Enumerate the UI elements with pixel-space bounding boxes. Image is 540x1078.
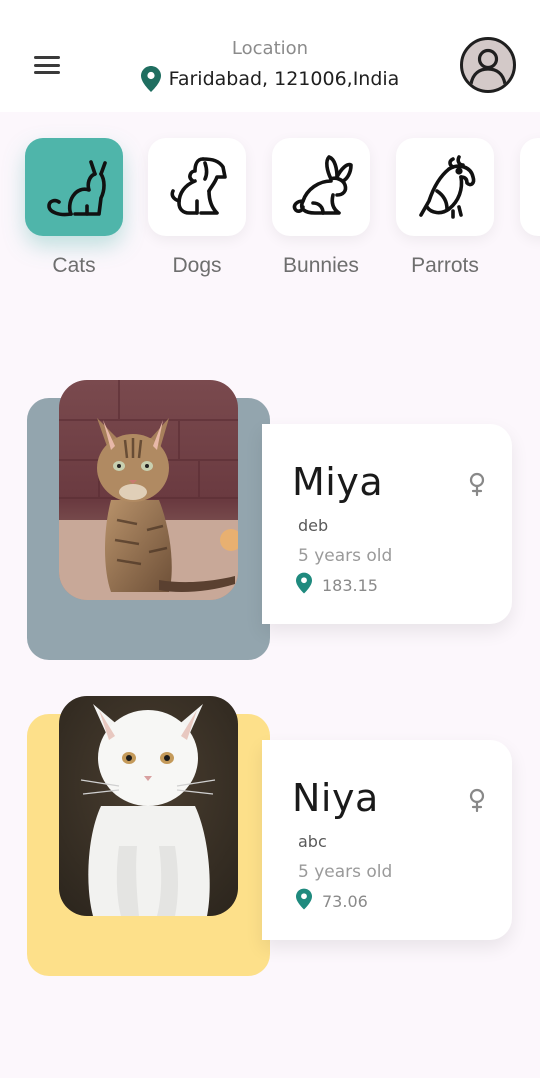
cat-icon bbox=[47, 160, 107, 217]
pet-distance-value: 73.06 bbox=[322, 891, 368, 911]
pet-distance: 183.15 bbox=[296, 572, 378, 598]
category-label: Bunnies bbox=[283, 254, 359, 277]
category-bunnies[interactable]: Bunnies bbox=[272, 138, 370, 278]
category-tile bbox=[272, 138, 370, 236]
category-dogs[interactable]: Dogs bbox=[148, 138, 246, 278]
map-pin-icon bbox=[296, 572, 312, 598]
user-avatar-icon[interactable] bbox=[460, 37, 516, 93]
category-tile bbox=[148, 138, 246, 236]
dog-icon bbox=[170, 157, 227, 215]
pet-breed: abc bbox=[298, 832, 327, 851]
parrot-icon bbox=[419, 155, 476, 219]
pet-photo bbox=[59, 696, 238, 916]
pet-info-panel: Miya deb 5 years old 183.15 bbox=[262, 424, 512, 624]
category-tile bbox=[25, 138, 123, 236]
category-label: Dogs bbox=[172, 254, 222, 277]
app-root: Location Faridabad, 121006,India Cats Do… bbox=[0, 0, 540, 1078]
pet-breed: deb bbox=[298, 516, 329, 535]
category-label: Parrots bbox=[411, 254, 479, 277]
pet-name: Niya bbox=[292, 776, 379, 820]
pet-name: Miya bbox=[292, 460, 384, 504]
pet-age: 5 years old bbox=[298, 862, 393, 882]
map-pin-icon bbox=[296, 888, 312, 914]
map-pin-icon bbox=[140, 66, 161, 92]
category-more[interactable] bbox=[520, 138, 540, 236]
pet-age: 5 years old bbox=[298, 546, 393, 566]
pet-card[interactable]: Miya deb 5 years old 183.15 bbox=[0, 380, 540, 680]
category-label: Cats bbox=[52, 254, 96, 277]
pet-photo bbox=[59, 380, 238, 600]
location-caption: Location bbox=[231, 38, 309, 59]
female-icon bbox=[468, 788, 486, 816]
category-cats[interactable]: Cats bbox=[25, 138, 123, 278]
pet-card[interactable]: Niya abc 5 years old 73.06 bbox=[0, 696, 540, 996]
category-parrots[interactable]: Parrots bbox=[396, 138, 494, 278]
bunny-icon bbox=[292, 155, 353, 215]
pet-info-panel: Niya abc 5 years old 73.06 bbox=[262, 740, 512, 940]
category-tile bbox=[520, 138, 540, 236]
pet-distance: 73.06 bbox=[296, 888, 368, 914]
top-bar: Location Faridabad, 121006,India bbox=[0, 0, 540, 112]
category-list: Cats Dogs Bunnies Parrots bbox=[0, 138, 540, 288]
location-value: Faridabad, 121006,India bbox=[168, 68, 400, 90]
location-selector[interactable]: Faridabad, 121006,India bbox=[0, 66, 540, 92]
category-tile bbox=[396, 138, 494, 236]
female-icon bbox=[468, 472, 486, 500]
pet-distance-value: 183.15 bbox=[322, 575, 378, 595]
